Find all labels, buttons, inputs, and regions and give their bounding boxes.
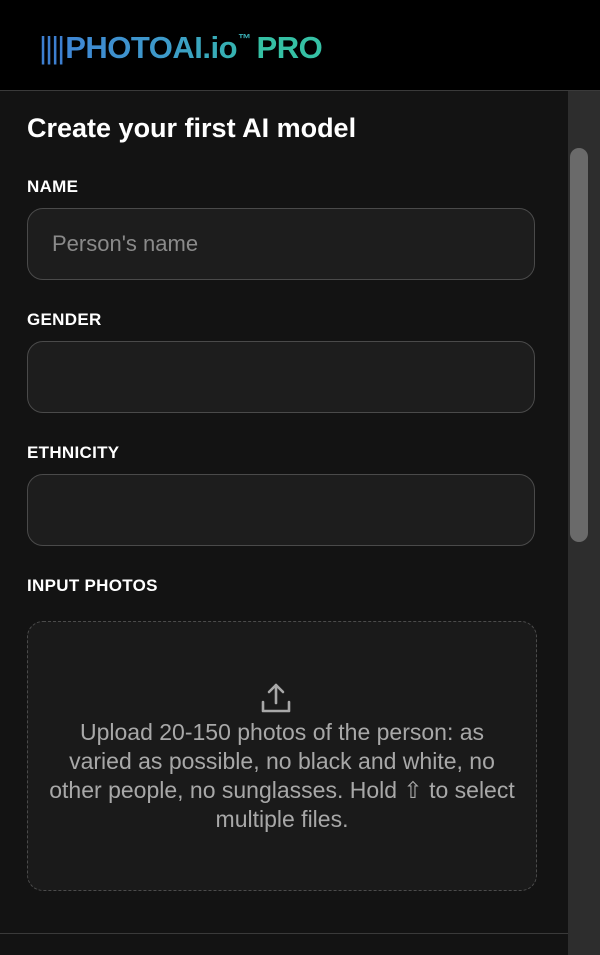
logo-bars: |||| <box>39 30 65 65</box>
ethnicity-label: ETHNICITY <box>27 443 120 462</box>
logo-name: PHOTOAI.io <box>65 30 238 65</box>
top-bar: |||| PHOTOAI.io ™ PRO <box>0 0 600 91</box>
page-title: Create your first AI model <box>27 113 357 143</box>
photo-upload-dropzone[interactable]: Upload 20-150 photos of the person: as v… <box>27 621 537 891</box>
gender-select[interactable] <box>27 341 535 413</box>
photoai-logo[interactable]: |||| PHOTOAI.io ™ PRO <box>39 30 323 66</box>
scrollbar-track[interactable] <box>568 91 600 955</box>
name-label: NAME <box>27 177 79 196</box>
name-input[interactable] <box>50 230 512 258</box>
dropzone-instructions: Upload 20-150 photos of the person: as v… <box>49 719 515 832</box>
create-model-form: Create your first AI model NAME GENDER E… <box>0 91 568 955</box>
scrollbar-thumb[interactable] <box>570 148 588 542</box>
gender-label: GENDER <box>27 310 102 329</box>
section-divider <box>0 933 568 934</box>
ethnicity-select[interactable] <box>27 474 535 546</box>
logo-trademark: ™ <box>238 31 251 46</box>
input-photos-label: INPUT PHOTOS <box>27 576 158 595</box>
logo-pro: PRO <box>256 30 323 65</box>
name-field[interactable] <box>27 208 535 280</box>
upload-icon <box>261 683 291 713</box>
